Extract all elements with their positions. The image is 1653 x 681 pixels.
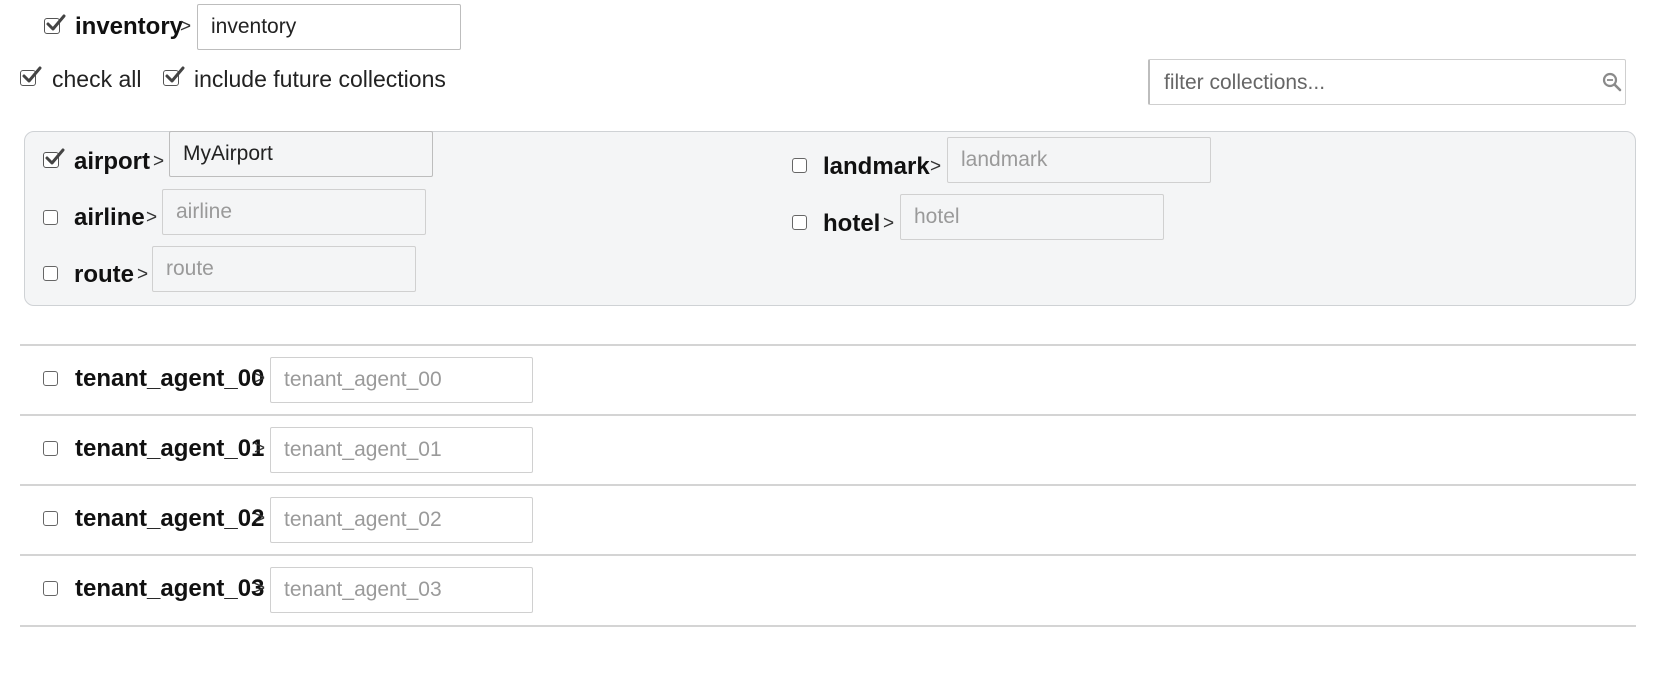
divider: [20, 344, 1636, 346]
collection-input-airline[interactable]: [162, 189, 426, 235]
separator-arrow: >: [254, 578, 266, 599]
checkbox-empty-icon[interactable]: [43, 581, 58, 596]
checkbox-checked-icon[interactable]: [43, 148, 65, 168]
include-future-label[interactable]: include future collections: [194, 64, 446, 94]
separator-arrow: >: [254, 438, 266, 459]
checkbox-checked-icon[interactable]: [163, 66, 185, 86]
divider: [20, 414, 1636, 416]
checkbox-empty-icon[interactable]: [43, 210, 58, 225]
collection-label-hotel: hotel: [823, 210, 881, 237]
separator-arrow: >: [180, 16, 192, 37]
separator-arrow: >: [153, 151, 165, 172]
divider: [20, 554, 1636, 556]
collection-input-hotel[interactable]: [900, 194, 1164, 240]
scope-input[interactable]: [270, 567, 533, 613]
separator-arrow: >: [254, 508, 266, 529]
scope-label: tenant_agent_00: [75, 365, 265, 392]
collection-input-airport[interactable]: [169, 131, 433, 177]
collection-label-route: route: [74, 261, 134, 288]
separator-arrow: >: [254, 368, 266, 389]
collection-label-airline: airline: [74, 204, 145, 231]
scope-input[interactable]: [270, 357, 533, 403]
checkbox-empty-icon[interactable]: [43, 371, 58, 386]
separator-arrow: >: [883, 213, 895, 234]
scope-label: tenant_agent_03: [75, 575, 265, 602]
checkbox-empty-icon[interactable]: [43, 266, 58, 281]
separator-arrow: >: [930, 156, 942, 177]
checkbox-empty-icon[interactable]: [792, 158, 807, 173]
separator-arrow: >: [137, 264, 149, 285]
bucket-target-input[interactable]: [197, 4, 461, 50]
checkbox-empty-icon[interactable]: [43, 511, 58, 526]
scope-input[interactable]: [270, 497, 533, 543]
filter-collections-field[interactable]: [1148, 59, 1626, 105]
checkbox-empty-icon[interactable]: [792, 215, 807, 230]
collection-input-route[interactable]: [152, 246, 416, 292]
collection-input-landmark[interactable]: [947, 137, 1211, 183]
search-icon[interactable]: [1602, 72, 1622, 92]
checkbox-checked-icon[interactable]: [20, 66, 42, 86]
checkbox-empty-icon[interactable]: [43, 441, 58, 456]
scope-input[interactable]: [270, 427, 533, 473]
checkbox-checked-icon[interactable]: [44, 14, 66, 34]
scope-label: tenant_agent_02: [75, 505, 265, 532]
collection-label-landmark: landmark: [823, 153, 930, 180]
check-all-label[interactable]: check all: [52, 64, 141, 94]
filter-collections-input[interactable]: [1162, 60, 1586, 105]
scope-label: tenant_agent_01: [75, 435, 265, 462]
divider: [20, 484, 1636, 486]
divider: [20, 625, 1636, 627]
separator-arrow: >: [146, 207, 158, 228]
bucket-label: inventory: [75, 13, 184, 40]
collection-label-airport: airport: [74, 148, 151, 175]
